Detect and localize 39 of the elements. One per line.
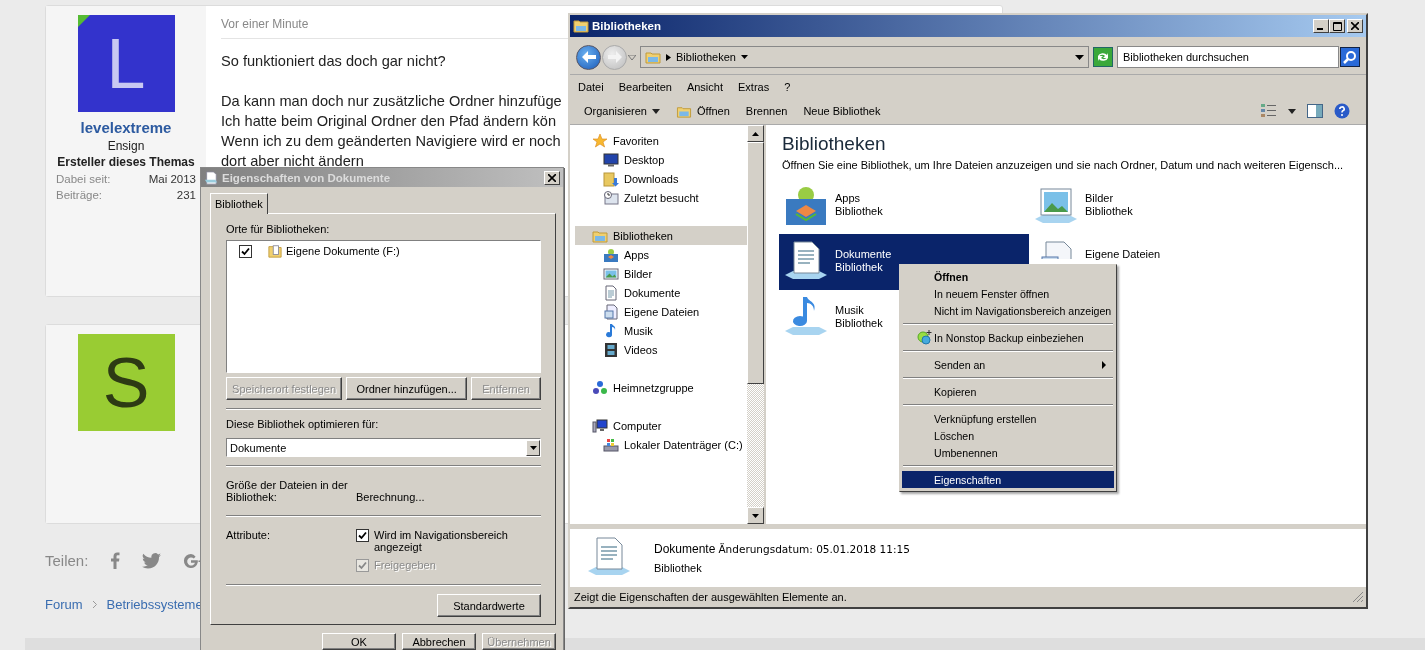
library-name: Eigene Dateien <box>1085 247 1161 260</box>
post-text: Da kann man doch nur zusätzliche Ordner hinzufüge <box>221 92 562 111</box>
library-name: Musik <box>835 303 865 316</box>
library-type: Bibliothek <box>835 316 883 329</box>
dialog-title: Eigenschaften von Dokumente <box>222 171 392 184</box>
locations-label: Orte für Bibliotheken: <box>226 223 331 235</box>
content-description: Öffnen Sie eine Bibliothek, um Ihre Dateien anzuzeigen und sie nach Ordner, Datum und nach weiteren Eigensch... <box>782 159 1345 171</box>
details-date: Änderungsdatum: 05.01.2018 11:15 <box>718 543 910 555</box>
size-value: Berechnung... <box>356 491 425 503</box>
window-title: Bibliotheken <box>592 20 662 32</box>
location-name: Eigene Dokumente (F:) <box>286 245 400 257</box>
user-role: Ersteller dieses Themas <box>57 155 195 169</box>
stat-value: 231 <box>176 189 196 201</box>
library-name: Apps <box>835 191 862 204</box>
optimize-label: Diese Bibliothek optimieren für: <box>226 418 380 431</box>
user-rank: Ensign <box>107 139 145 153</box>
attributes-label: Attribute: <box>226 529 272 541</box>
avatar: S <box>77 334 175 431</box>
details-type: Bibliothek <box>654 562 703 574</box>
content-heading: Bibliotheken <box>782 133 887 155</box>
post-text: Ich hatte beim Original Ordner den Pfad ändern kön <box>221 112 557 131</box>
size-label: Größe der Dateien in der Bibliothek: <box>226 479 349 503</box>
library-type: Bibliothek <box>835 204 883 217</box>
stat-value: Mai 2013 <box>148 173 196 185</box>
details-name: Dokumente <box>654 542 716 556</box>
library-name: Bilder <box>1085 191 1115 204</box>
stat-label: Dabei seit: <box>56 173 111 185</box>
library-type: Bibliothek <box>1085 204 1133 217</box>
checkbox-label: Freigegeben <box>374 559 437 571</box>
avatar: L <box>77 15 175 112</box>
post-text: dort aber nicht ändern <box>221 152 364 171</box>
status-text: Zeigt die Eigenschaften der ausgewählten Elemente an. <box>574 591 847 603</box>
post-text: Wenn ich zu dem geänderten Navigiere wird er noch <box>221 132 561 151</box>
checkbox-label: Wird im Navigationsbereich angezeigt <box>374 529 509 553</box>
library-name: Dokumente <box>835 247 892 260</box>
stat-label: Beiträge: <box>56 189 103 201</box>
post-text: So funktioniert das doch gar nicht? <box>221 52 446 71</box>
library-type: Bibliothek <box>835 260 884 273</box>
share-label: Teilen: <box>45 552 89 569</box>
